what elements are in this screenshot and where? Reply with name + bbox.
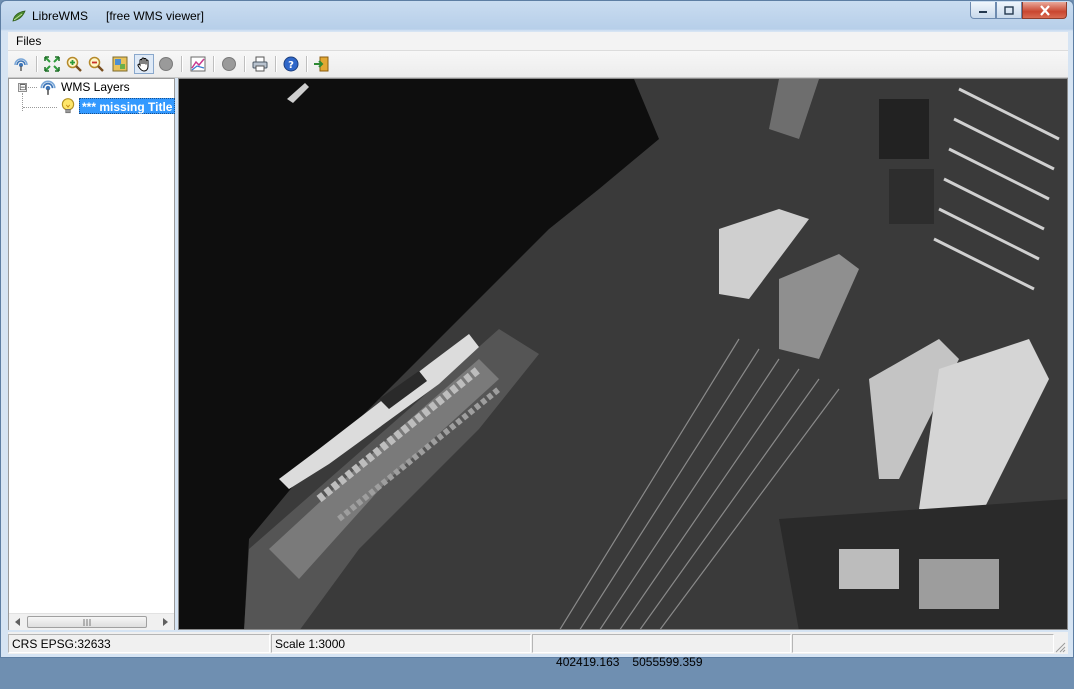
stop-icon xyxy=(222,57,236,71)
toolbar: ? xyxy=(8,51,1068,78)
status-coordinates: 402419.163 5055599.359 xyxy=(532,634,791,669)
maximize-button[interactable] xyxy=(996,2,1022,19)
help-icon: ? xyxy=(283,56,299,72)
window-controls xyxy=(970,2,1067,19)
scroll-right-arrow-icon[interactable] xyxy=(157,614,173,630)
tree-root-label: WMS Layers xyxy=(61,80,130,94)
scroll-left-arrow-icon[interactable] xyxy=(10,614,26,630)
minimize-icon xyxy=(979,11,987,13)
stop-button[interactable] xyxy=(219,54,239,74)
layer-tree xyxy=(8,78,175,630)
app-icon xyxy=(11,8,27,24)
lightbulb-icon xyxy=(61,98,75,114)
help-button[interactable]: ? xyxy=(281,54,301,74)
identify-icon xyxy=(159,57,173,71)
zoom-layer-button[interactable] xyxy=(110,54,130,74)
layer-bulb[interactable] xyxy=(59,97,77,115)
status-empty xyxy=(792,634,1054,653)
tree-connector xyxy=(23,107,57,108)
exit-button[interactable] xyxy=(311,54,331,74)
tree-connector xyxy=(28,87,37,88)
wms-connect-button[interactable] xyxy=(11,54,31,74)
legend-icon xyxy=(190,56,206,72)
resize-grip-icon[interactable] xyxy=(1055,642,1066,653)
exit-icon xyxy=(314,56,329,72)
layer-item-selected[interactable]: *** missing Title xyxy=(79,98,176,114)
print-icon xyxy=(252,56,268,72)
tree-connector xyxy=(22,93,23,111)
wms-layers-icon xyxy=(40,80,56,95)
window-subtitle: [free WMS viewer] xyxy=(106,9,205,23)
maximize-icon xyxy=(1004,5,1014,15)
app-window: LibreWMS [free WMS viewer] Files ? ⊟ WMS… xyxy=(0,0,1074,669)
map-canvas[interactable] xyxy=(178,78,1068,630)
legend-button[interactable] xyxy=(188,54,208,74)
window-title: LibreWMS xyxy=(32,9,89,23)
scroll-thumb[interactable] xyxy=(27,616,147,628)
status-bar: CRS EPSG:32633 Scale 1:3000 402419.163 50… xyxy=(8,632,1068,669)
status-coord-x: 402419.163 xyxy=(556,655,620,669)
tree-collapse-toggle[interactable]: ⊟ xyxy=(18,83,27,92)
pan-hand-icon xyxy=(137,57,149,72)
grip-lines-icon xyxy=(83,618,91,626)
minimize-button[interactable] xyxy=(970,2,996,19)
status-scale: Scale 1:3000 xyxy=(271,634,531,653)
zoom-full-button[interactable] xyxy=(42,54,62,74)
menu-files[interactable]: Files xyxy=(16,34,41,48)
close-icon xyxy=(1039,4,1050,16)
zoom-out-icon xyxy=(88,56,104,72)
tree-root[interactable]: WMS Layers xyxy=(39,78,130,96)
aerial-map-image xyxy=(179,79,1067,629)
status-coord-y: 5055599.359 xyxy=(632,655,703,669)
identify-button[interactable] xyxy=(156,54,176,74)
svg-text:?: ? xyxy=(288,60,294,71)
zoom-layer-icon xyxy=(112,56,128,72)
zoom-in-button[interactable] xyxy=(64,54,84,74)
zoom-out-button[interactable] xyxy=(86,54,106,74)
zoom-in-icon xyxy=(66,56,82,72)
tree-horizontal-scrollbar[interactable] xyxy=(9,613,174,630)
status-crs: CRS EPSG:32633 xyxy=(8,634,270,653)
zoom-full-icon xyxy=(44,56,60,72)
close-button[interactable] xyxy=(1022,2,1067,19)
wms-connect-icon xyxy=(14,58,28,71)
title-bar: LibreWMS [free WMS viewer] xyxy=(1,1,1073,31)
print-button[interactable] xyxy=(250,54,270,74)
menu-bar: Files xyxy=(8,32,1068,51)
pan-button[interactable] xyxy=(134,54,154,74)
